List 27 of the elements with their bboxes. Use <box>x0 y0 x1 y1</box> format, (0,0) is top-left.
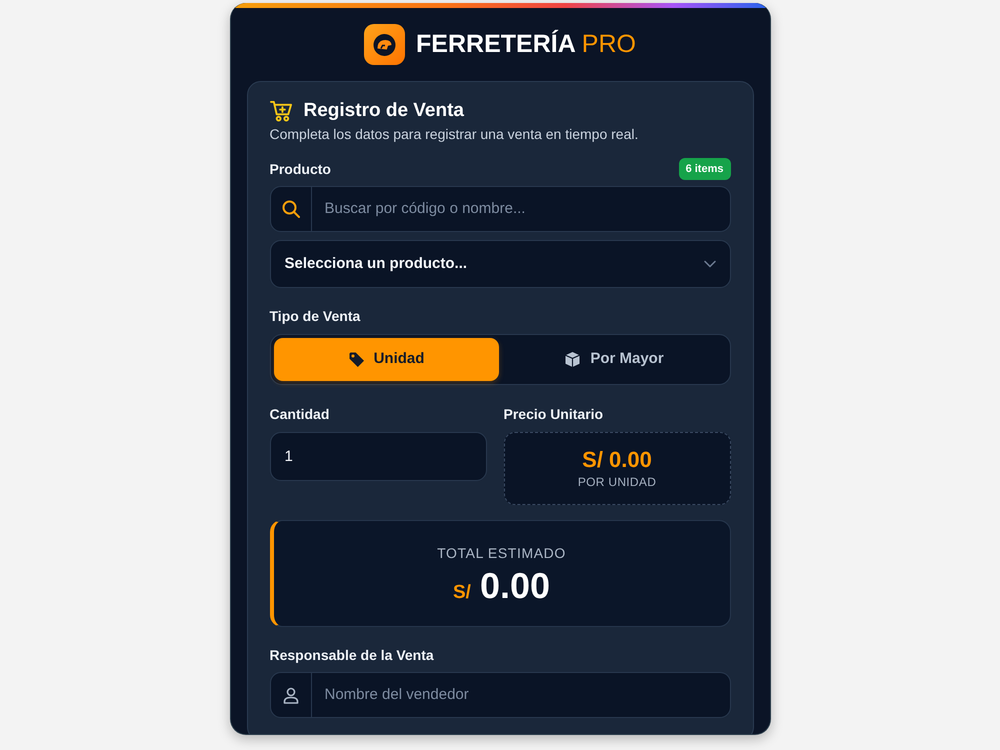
quantity-label: Cantidad <box>270 405 330 423</box>
logo-icon <box>364 24 406 65</box>
unit-price-amount: S/ 0.00 <box>582 447 652 473</box>
total-amount: 0.00 <box>480 568 550 604</box>
unit-price-label: Precio Unitario <box>504 405 604 423</box>
brand-title: FERRETERÍA PRO <box>416 32 636 57</box>
item-count-badge: 6 items <box>678 158 730 180</box>
tag-icon <box>348 351 365 368</box>
form-subtitle: Completa los datos para registrar una venta en tiempo real. <box>270 125 640 143</box>
sale-type-label: Tipo de Venta <box>270 307 362 325</box>
cart-plus-icon <box>270 100 292 122</box>
form-title: Registro de Venta <box>304 99 464 122</box>
currency-symbol: S/ <box>452 582 471 602</box>
search-field[interactable]: Buscar por código o nombre... <box>312 186 730 232</box>
quantity-input[interactable]: 1 <box>270 432 486 481</box>
unit-price-caption: POR UNIDAD <box>578 475 656 490</box>
sale-type-option[interactable]: Por Mayor <box>502 338 726 381</box>
search-icon <box>270 186 312 232</box>
product-label: Producto <box>270 160 331 178</box>
total-label: TOTAL ESTIMADO <box>437 544 566 562</box>
chevron-down-icon <box>704 260 716 268</box>
seller-label: Responsable de la Venta <box>270 646 435 664</box>
seller-name-field[interactable]: Nombre del vendedor <box>312 672 730 718</box>
product-select[interactable]: Selecciona un producto... <box>270 240 730 288</box>
box-icon <box>564 351 582 368</box>
user-icon <box>270 672 312 718</box>
sale-type-option[interactable]: Unidad <box>274 338 498 381</box>
